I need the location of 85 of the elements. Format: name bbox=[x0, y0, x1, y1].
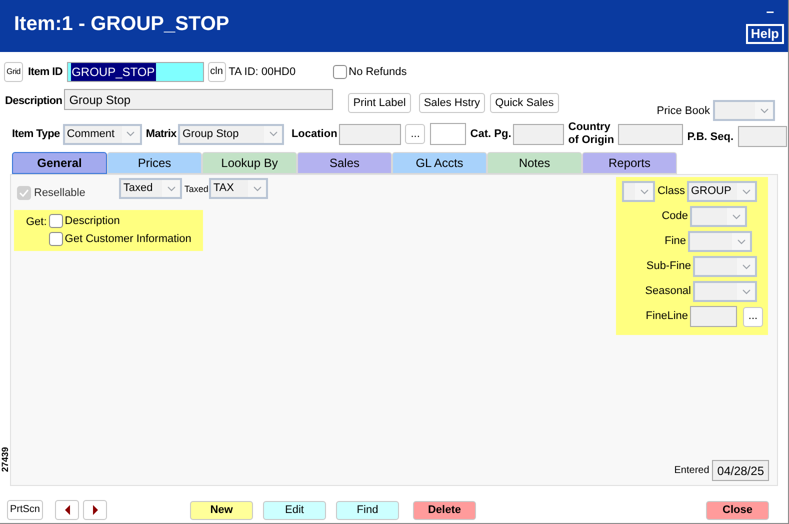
field-label: TA ID: 00HD0 bbox=[228, 64, 296, 80]
checkbox[interactable] bbox=[48, 214, 63, 228]
browse-button[interactable]: ... bbox=[743, 306, 763, 326]
tab[interactable]: Sales bbox=[297, 152, 392, 174]
minimize-button[interactable]: – bbox=[766, 4, 774, 18]
chevron-down-icon bbox=[737, 283, 755, 300]
tab[interactable]: Lookup By bbox=[202, 152, 297, 174]
field-label: Matrix bbox=[146, 126, 176, 142]
next-button[interactable] bbox=[83, 500, 107, 520]
field-label: Fine bbox=[664, 234, 686, 250]
field-label: Entered bbox=[674, 464, 710, 478]
field-label: Code bbox=[662, 209, 688, 224]
window-title: Item:1 - GROUP_STOP bbox=[14, 12, 230, 37]
chevron-down-icon bbox=[755, 102, 773, 119]
checkbox[interactable] bbox=[332, 65, 347, 79]
triangle-right-icon bbox=[92, 504, 98, 516]
tax-code-dropdown[interactable]: TAX bbox=[209, 178, 268, 199]
action-button[interactable]: Edit bbox=[263, 500, 326, 520]
classification-dropdown[interactable] bbox=[690, 206, 747, 227]
browse-button[interactable]: ... bbox=[405, 124, 426, 144]
record-number: 27439 bbox=[0, 446, 10, 472]
field-label: Location bbox=[291, 126, 338, 142]
field-label: Country of Origin bbox=[568, 121, 616, 147]
chevron-down-icon bbox=[248, 180, 266, 197]
field-label: Price Book bbox=[656, 104, 710, 118]
chevron-down-icon bbox=[635, 183, 654, 200]
field-label: Sub-Fine bbox=[646, 259, 691, 274]
item-id-field[interactable]: GROUP_STOP bbox=[66, 62, 204, 82]
field-label: Get Customer Information bbox=[64, 232, 192, 247]
field-label: Cat. Pg. bbox=[470, 126, 512, 142]
tab[interactable]: Prices bbox=[107, 152, 202, 174]
field-label: Get: bbox=[26, 214, 47, 230]
item-type-dropdown[interactable]: Comment bbox=[62, 124, 142, 144]
toolbar-button[interactable]: Print Label bbox=[348, 93, 411, 113]
classification-dropdown[interactable] bbox=[693, 281, 757, 302]
toolbar-button[interactable]: Quick Sales bbox=[490, 93, 559, 113]
description-field[interactable]: Group Stop bbox=[64, 89, 334, 110]
field-label: Description bbox=[5, 94, 62, 109]
entered-date-field: 04/28/25 bbox=[712, 460, 769, 481]
action-button[interactable]: New bbox=[190, 500, 253, 520]
action-button[interactable]: Delete bbox=[413, 500, 476, 520]
field-label: Resellable bbox=[34, 186, 86, 201]
field-label: No Refunds bbox=[348, 64, 407, 80]
tab[interactable]: General bbox=[12, 152, 107, 174]
classification-dropdown[interactable] bbox=[688, 231, 752, 252]
price-book-dropdown[interactable] bbox=[713, 100, 775, 121]
close-button[interactable]: Close bbox=[706, 500, 769, 520]
action-button[interactable]: Find bbox=[336, 500, 399, 520]
cln-button[interactable]: cln bbox=[208, 62, 226, 82]
help-button[interactable]: Help bbox=[746, 24, 784, 44]
tab[interactable]: GL Accts bbox=[392, 152, 487, 174]
field-label: FineLine bbox=[646, 309, 688, 324]
pb-seq-field[interactable] bbox=[738, 126, 787, 146]
cat-pg-field[interactable] bbox=[513, 124, 564, 144]
input-field[interactable] bbox=[430, 123, 466, 145]
location-field[interactable] bbox=[339, 124, 402, 144]
class-prefix-dropdown[interactable] bbox=[622, 181, 656, 202]
chevron-down-icon bbox=[122, 126, 140, 142]
field-label: Description bbox=[64, 214, 120, 228]
field-label: Taxed bbox=[184, 183, 208, 196]
chevron-down-icon bbox=[727, 208, 745, 225]
field-label: Seasonal bbox=[645, 284, 691, 300]
field-label: Item Type bbox=[12, 126, 60, 142]
triangle-left-icon bbox=[64, 504, 70, 516]
chevron-down-icon bbox=[737, 183, 755, 200]
country-field[interactable] bbox=[618, 124, 684, 144]
chevron-down-icon bbox=[732, 233, 750, 250]
field-label: Item ID bbox=[28, 64, 63, 80]
chevron-down-icon bbox=[264, 126, 282, 142]
chevron-down-icon bbox=[162, 180, 180, 197]
prtscn-button[interactable]: PrtScn bbox=[7, 500, 43, 520]
grid-button[interactable]: Grid bbox=[4, 62, 23, 82]
field-label: P.B. Seq. bbox=[687, 130, 734, 145]
toolbar-button[interactable]: Sales Hstry bbox=[418, 93, 486, 113]
classification-dropdown[interactable] bbox=[693, 256, 757, 277]
fineline-field[interactable] bbox=[690, 306, 737, 327]
checkbox[interactable] bbox=[48, 232, 63, 246]
tab[interactable]: Reports bbox=[582, 152, 677, 174]
matrix-dropdown[interactable]: Group Stop bbox=[178, 124, 284, 144]
tax-status-dropdown[interactable]: Taxed bbox=[119, 178, 182, 199]
field-label: Class bbox=[657, 184, 685, 200]
previous-button[interactable] bbox=[55, 500, 79, 520]
tab[interactable]: Notes bbox=[487, 152, 582, 174]
classification-dropdown[interactable]: GROUP bbox=[687, 181, 757, 202]
chevron-down-icon bbox=[737, 258, 755, 275]
